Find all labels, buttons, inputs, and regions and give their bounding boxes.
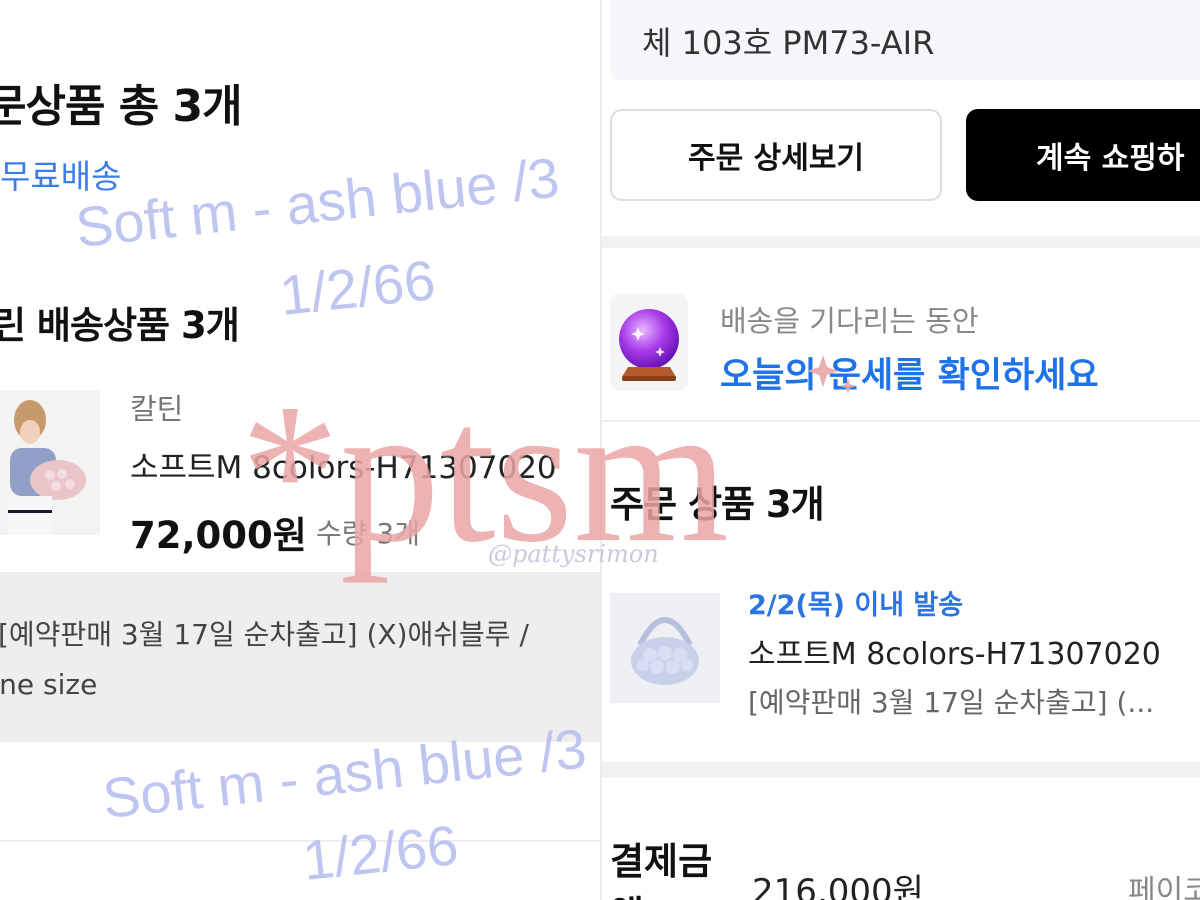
shipping-items-subtitle: 린 배송상품 3개 bbox=[0, 304, 240, 347]
shipping-address: 체 103호 PM73-AIR bbox=[642, 24, 935, 62]
product-quantity: 수량 3개 bbox=[316, 517, 420, 550]
order-items-title: 주문 상품 3개 bbox=[610, 483, 825, 526]
continue-shopping-button[interactable]: 계속 쇼핑하 bbox=[966, 109, 1200, 201]
fortune-link[interactable]: 오늘의 운세를 확인하세요 bbox=[720, 347, 1099, 398]
crystal-ball-icon bbox=[610, 293, 688, 391]
payment-method: 페이코 bbox=[1128, 874, 1200, 900]
payment-label: 결제금 bbox=[610, 840, 713, 883]
product-thumbnail[interactable] bbox=[610, 593, 720, 703]
option-box bbox=[0, 572, 600, 742]
payment-amount: 216,000원 bbox=[752, 872, 924, 900]
ship-date-label: 2/2(목) 이내 발송 bbox=[748, 590, 964, 621]
divider bbox=[0, 840, 600, 842]
free-shipping-label: 무료배송 bbox=[0, 157, 122, 196]
product-name[interactable]: 소프트M 8colors-H71307020 bbox=[130, 442, 557, 487]
section-gap bbox=[602, 762, 1200, 778]
section-gap bbox=[602, 236, 1200, 248]
quilted-bag-icon bbox=[610, 593, 720, 703]
order-count-title: 문상품 총 3개 bbox=[0, 81, 243, 132]
fortune-caption: 배송을 기다리는 동안 bbox=[720, 304, 979, 338]
order-complete-panel: 체 103호 PM73-AIR 주문 상세보기 계속 쇼핑하 배송을 기다리는 … bbox=[602, 0, 1200, 900]
product-price: 72,000원 bbox=[130, 514, 307, 557]
option-text: [예약판매 3월 17일 순차출고] (... bbox=[748, 686, 1155, 719]
order-summary-panel: 문상품 총 3개 무료배송 린 배송상품 3개 칼틴 소프트M 8colors-… bbox=[0, 0, 600, 900]
brand-name: 칼틴 bbox=[130, 392, 184, 426]
product-name[interactable]: 소프트M 8colors-H71307020 bbox=[748, 629, 1161, 673]
divider bbox=[602, 420, 1200, 422]
option-text-line1: [예약판매 3월 17일 순차출고] (X)애쉬블루 / bbox=[0, 618, 529, 651]
product-thumbnail[interactable] bbox=[0, 390, 100, 535]
option-text-line2: one size bbox=[0, 668, 98, 701]
order-detail-button[interactable]: 주문 상세보기 bbox=[610, 109, 942, 201]
payment-label-line2: 액 bbox=[610, 884, 644, 900]
model-photo-icon bbox=[0, 390, 100, 535]
